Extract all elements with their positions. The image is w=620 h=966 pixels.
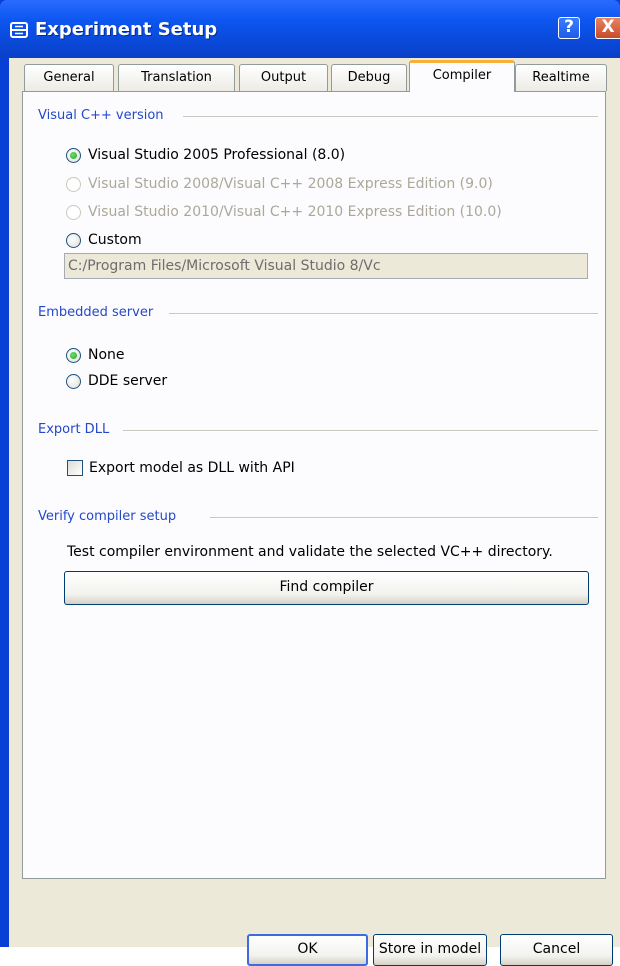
tab-debug[interactable]: Debug: [331, 64, 407, 91]
export-dll-checkbox-label: Export model as DLL with API: [89, 460, 295, 476]
radio-label: Visual Studio 2005 Professional (8.0): [88, 147, 346, 163]
verify-compiler-divider: [210, 517, 598, 519]
verify-description: Test compiler environment and validate t…: [67, 544, 553, 560]
embedded-server-heading: Embedded server: [38, 305, 154, 320]
export-dll-divider: [123, 430, 598, 432]
vc-version-divider: [183, 116, 598, 118]
title-bar[interactable]: Experiment Setup ? X: [0, 0, 620, 58]
export-dll-checkbox[interactable]: [67, 460, 83, 476]
find-compiler-button[interactable]: Find compiler: [64, 571, 589, 605]
help-button[interactable]: ?: [558, 17, 580, 39]
tab-general[interactable]: General: [24, 64, 114, 91]
radio-label: None: [88, 347, 125, 363]
radio-button[interactable]: [66, 233, 81, 248]
radio-label: Visual Studio 2010/Visual C++ 2010 Expre…: [88, 204, 502, 220]
radio-label: Visual Studio 2008/Visual C++ 2008 Expre…: [88, 176, 493, 192]
cancel-button[interactable]: Cancel: [500, 934, 613, 966]
window-title: Experiment Setup: [35, 19, 218, 40]
tab-realtime[interactable]: Realtime: [515, 64, 607, 91]
radio-button[interactable]: [66, 374, 81, 389]
tab-translation[interactable]: Translation: [118, 64, 235, 91]
tab-strip: General Translation Output Debug Compile…: [9, 58, 620, 92]
radio-button-selected[interactable]: [66, 348, 81, 363]
embedded-server-divider: [169, 313, 598, 315]
custom-path-field: C:/Program Files/Microsoft Visual Studio…: [64, 253, 588, 279]
tab-output[interactable]: Output: [239, 64, 328, 91]
tab-compiler[interactable]: Compiler: [409, 60, 515, 92]
close-button[interactable]: X: [595, 17, 620, 39]
window-app-icon: [10, 22, 28, 38]
verify-compiler-heading: Verify compiler setup: [38, 509, 177, 524]
dialog-client-area: General Translation Output Debug Compile…: [9, 58, 620, 966]
experiment-setup-window: Experiment Setup ? X General Translation…: [0, 0, 620, 966]
compiler-tab-panel: Visual C++ version Visual Studio 2005 Pr…: [22, 91, 606, 879]
ok-button[interactable]: OK: [247, 934, 368, 966]
vc-version-heading: Visual C++ version: [38, 108, 164, 123]
radio-button-disabled: [66, 205, 81, 220]
export-dll-heading: Export DLL: [38, 422, 110, 437]
radio-label: DDE server: [88, 373, 168, 389]
radio-label: Custom: [88, 232, 142, 248]
radio-button-selected[interactable]: [66, 148, 81, 163]
radio-button-disabled: [66, 177, 81, 192]
store-in-model-button[interactable]: Store in model: [373, 934, 487, 966]
